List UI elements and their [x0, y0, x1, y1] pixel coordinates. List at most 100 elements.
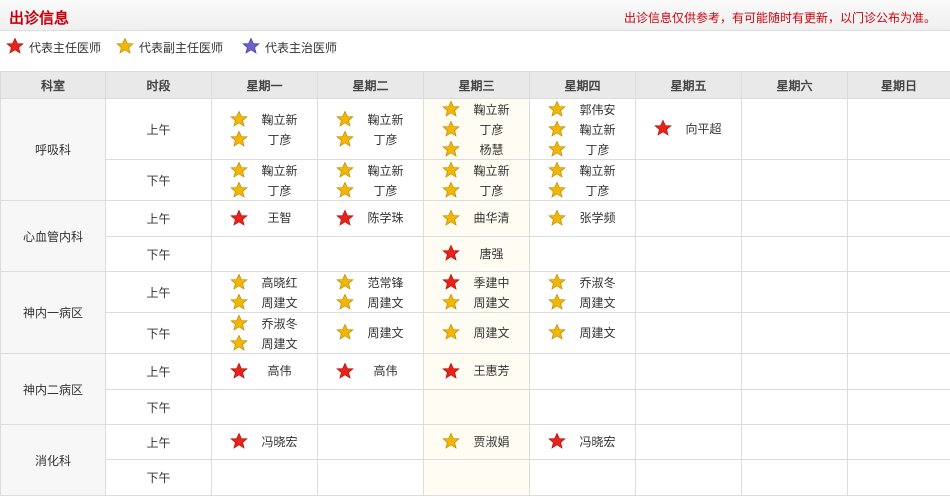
doctor-entry[interactable]: 周建文 — [229, 292, 310, 312]
doctor-name[interactable]: 丁彦 — [568, 141, 628, 158]
doctor-entry[interactable]: 周建文 — [335, 292, 416, 312]
doctor-name[interactable]: 鞠立新 — [462, 162, 522, 179]
page-title: 出诊信息 — [9, 9, 70, 27]
doctor-name[interactable]: 杨慧 — [462, 141, 522, 158]
doctor-entry[interactable]: 鞠立新 — [441, 160, 522, 180]
doctor-name[interactable]: 周建文 — [568, 294, 628, 311]
doctor-entry[interactable]: 鞠立新 — [229, 109, 310, 129]
doctor-entry[interactable]: 向平超 — [653, 118, 734, 138]
doctor-name[interactable]: 陈学珠 — [356, 209, 416, 226]
schedule-cell: 季建中 周建文 — [423, 271, 530, 313]
doctor-entry[interactable]: 高伟 — [335, 361, 416, 381]
doctor-entry[interactable]: 高伟 — [229, 361, 310, 381]
doctor-name[interactable]: 鞠立新 — [356, 111, 416, 128]
doctor-entry[interactable]: 丁彦 — [335, 129, 416, 149]
doctor-entry[interactable]: 贾淑娟 — [441, 431, 522, 451]
doctor-name[interactable]: 曲华清 — [462, 209, 522, 226]
doctor-name[interactable]: 周建文 — [250, 335, 310, 352]
doctor-name[interactable]: 王惠芳 — [462, 362, 522, 379]
doctor-entry[interactable]: 冯晓宏 — [547, 431, 628, 451]
doctor-name[interactable]: 周建文 — [356, 294, 416, 311]
schedule-cell — [847, 389, 950, 425]
period-cell: 上午 — [105, 200, 212, 237]
doctor-name[interactable]: 鞠立新 — [462, 101, 522, 118]
doctor-entry[interactable]: 丁彦 — [441, 180, 522, 200]
doctor-entry[interactable]: 陈学珠 — [335, 208, 416, 228]
doctor-name[interactable]: 季建中 — [462, 274, 522, 291]
doctor-name[interactable]: 郭伟安 — [568, 101, 628, 118]
doctor-entry[interactable]: 周建文 — [335, 322, 416, 342]
star-icon-red — [547, 432, 566, 450]
doctor-name[interactable]: 鞠立新 — [356, 162, 416, 179]
doctor-name[interactable]: 丁彦 — [462, 182, 522, 199]
doctor-entry[interactable]: 鞠立新 — [229, 160, 310, 180]
doctor-entry[interactable]: 丁彦 — [335, 180, 416, 200]
doctor-name[interactable]: 周建文 — [462, 324, 522, 341]
doctor-entry[interactable]: 周建文 — [441, 292, 522, 312]
doctor-entry[interactable]: 丁彦 — [441, 119, 522, 139]
doctor-entry[interactable]: 冯晓宏 — [229, 431, 310, 451]
doctor-entry[interactable]: 丁彦 — [547, 180, 628, 200]
doctor-name[interactable]: 唐强 — [462, 245, 522, 262]
doctor-name[interactable]: 鞠立新 — [250, 162, 310, 179]
doctor-name[interactable]: 乔淑冬 — [568, 274, 628, 291]
doctor-entry[interactable]: 丁彦 — [229, 129, 310, 149]
doctor-name[interactable]: 丁彦 — [356, 131, 416, 148]
doctor-entry[interactable]: 鞠立新 — [335, 160, 416, 180]
doctor-entry[interactable]: 唐强 — [441, 243, 522, 263]
doctor-entry[interactable]: 周建文 — [441, 322, 522, 342]
schedule-cell — [423, 389, 530, 425]
doctor-name[interactable]: 鞠立新 — [568, 121, 628, 138]
doctor-entry[interactable]: 周建文 — [547, 322, 628, 342]
doctor-entry[interactable]: 杨慧 — [441, 139, 522, 159]
doctor-name[interactable]: 周建文 — [568, 324, 628, 341]
doctor-name[interactable]: 丁彦 — [462, 121, 522, 138]
doctor-name[interactable]: 乔淑冬 — [250, 315, 310, 332]
doctor-list: 高伟 — [220, 361, 310, 381]
column-header: 星期二 — [317, 71, 424, 99]
doctor-entry[interactable]: 高晓红 — [229, 272, 310, 292]
doctor-name[interactable]: 鞠立新 — [250, 111, 310, 128]
doctor-name[interactable]: 高晓红 — [250, 274, 310, 291]
doctor-name[interactable]: 丁彦 — [250, 131, 310, 148]
doctor-name[interactable]: 范常锋 — [356, 274, 416, 291]
doctor-name[interactable]: 冯晓宏 — [250, 433, 310, 450]
period-cell: 上午 — [105, 98, 212, 160]
doctor-entry[interactable]: 鞠立新 — [441, 99, 522, 119]
doctor-name[interactable]: 高伟 — [250, 362, 310, 379]
doctor-entry[interactable]: 季建中 — [441, 272, 522, 292]
doctor-name[interactable]: 向平超 — [674, 120, 734, 137]
doctor-name[interactable]: 丁彦 — [568, 182, 628, 199]
doctor-entry[interactable]: 乔淑冬 — [547, 272, 628, 292]
doctor-entry[interactable]: 周建文 — [547, 292, 628, 312]
doctor-entry[interactable]: 郭伟安 — [547, 99, 628, 119]
doctor-name[interactable]: 冯晓宏 — [568, 433, 628, 450]
doctor-name[interactable]: 贾淑娟 — [462, 433, 522, 450]
doctor-list: 向平超 — [644, 118, 734, 138]
doctor-name[interactable]: 周建文 — [356, 324, 416, 341]
doctor-entry[interactable]: 范常锋 — [335, 272, 416, 292]
doctor-list: 鞠立新 丁彦 杨慧 — [432, 99, 522, 159]
doctor-entry[interactable]: 王惠芳 — [441, 361, 522, 381]
schedule-cell — [847, 200, 950, 237]
doctor-entry[interactable]: 鞠立新 — [547, 119, 628, 139]
doctor-entry[interactable]: 鞠立新 — [547, 160, 628, 180]
doctor-name[interactable]: 周建文 — [250, 294, 310, 311]
doctor-entry[interactable]: 曲华清 — [441, 208, 522, 228]
doctor-entry[interactable]: 张学频 — [547, 208, 628, 228]
doctor-name[interactable]: 张学频 — [568, 209, 628, 226]
doctor-entry[interactable]: 鞠立新 — [335, 109, 416, 129]
star-icon-gold — [229, 161, 248, 179]
doctor-name[interactable]: 丁彦 — [356, 182, 416, 199]
doctor-name[interactable]: 高伟 — [356, 362, 416, 379]
doctor-entry[interactable]: 乔淑冬 — [229, 313, 310, 333]
doctor-name[interactable]: 丁彦 — [250, 182, 310, 199]
doctor-name[interactable]: 周建文 — [462, 294, 522, 311]
doctor-entry[interactable]: 王智 — [229, 208, 310, 228]
doctor-name[interactable]: 鞠立新 — [568, 162, 628, 179]
doctor-entry[interactable]: 丁彦 — [229, 180, 310, 200]
schedule-cell — [847, 271, 950, 313]
doctor-name[interactable]: 王智 — [250, 209, 310, 226]
doctor-entry[interactable]: 丁彦 — [547, 139, 628, 159]
doctor-entry[interactable]: 周建文 — [229, 333, 310, 353]
